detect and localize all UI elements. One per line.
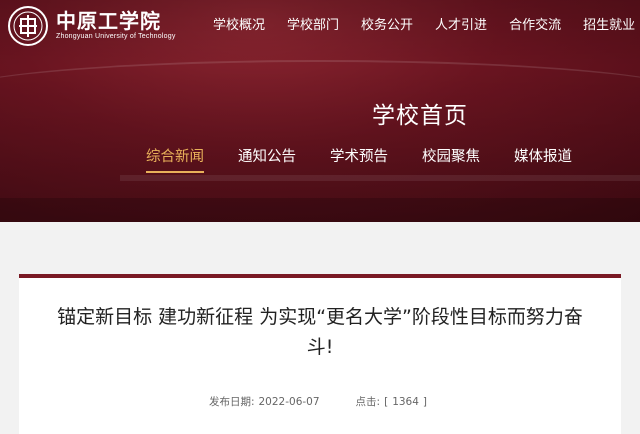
publish-date: 2022-06-07 xyxy=(258,396,320,408)
hits-bracket-close: ] xyxy=(422,396,428,408)
top-navigation: 学校概况 学校部门 校务公开 人才引进 合作交流 招生就业 xyxy=(213,17,635,35)
article-title: 锚定新目标 建功新征程 为实现“更名大学”阶段性目标而努力奋斗! xyxy=(57,306,583,358)
logo-name-cn: 中原工学院 xyxy=(56,9,161,33)
hits-label: 点击: xyxy=(355,396,381,408)
university-logo[interactable]: 中原工学院 Zhongyuan University of Technology xyxy=(8,6,176,46)
logo-name-en: Zhongyuan University of Technology xyxy=(56,33,176,40)
tab-campus-focus[interactable]: 校园聚焦 xyxy=(422,147,480,167)
banner-decoration xyxy=(120,175,640,181)
nav-item-recruitment[interactable]: 人才引进 xyxy=(435,17,487,35)
nav-item-about[interactable]: 学校概况 xyxy=(213,17,265,35)
tab-academic-preview[interactable]: 学术预告 xyxy=(330,147,388,167)
nav-item-cooperation[interactable]: 合作交流 xyxy=(509,17,561,35)
university-seal-icon xyxy=(8,6,48,46)
tab-media-reports[interactable]: 媒体报道 xyxy=(514,147,572,167)
hits-bracket-open: [ xyxy=(384,396,389,408)
tab-announcements[interactable]: 通知公告 xyxy=(238,147,296,167)
date-label: 发布日期: xyxy=(208,396,255,408)
tab-general-news[interactable]: 综合新闻 xyxy=(146,147,204,173)
nav-item-departments[interactable]: 学校部门 xyxy=(287,17,339,35)
logo-text: 中原工学院 Zhongyuan University of Technology xyxy=(56,10,176,42)
banner-decoration xyxy=(0,198,640,222)
article-card: 锚定新目标 建功新征程 为实现“更名大学”阶段性目标而努力奋斗! 发布日期: 20… xyxy=(19,274,621,434)
nav-item-affairs[interactable]: 校务公开 xyxy=(361,17,413,35)
page-title: 学校首页 xyxy=(372,103,468,129)
hit-count: 1364 xyxy=(392,396,419,408)
sub-navigation: 综合新闻 通知公告 学术预告 校园聚焦 媒体报道 xyxy=(146,147,572,173)
article-meta: 发布日期: 2022-06-07 点击:[1364] xyxy=(19,394,621,409)
nav-item-admissions[interactable]: 招生就业 xyxy=(583,17,635,35)
